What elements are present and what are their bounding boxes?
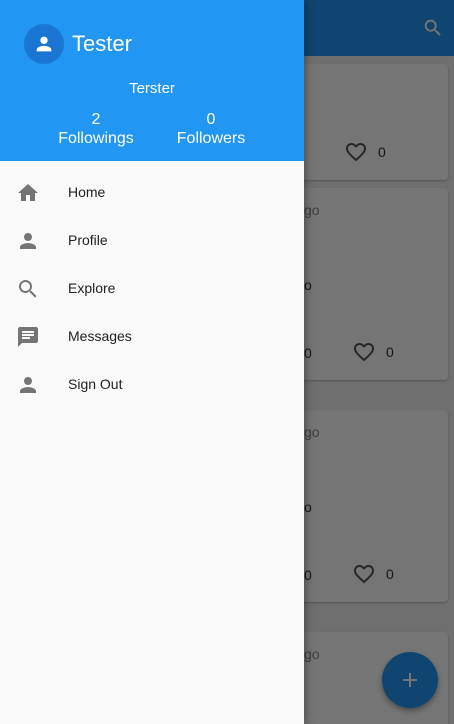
menu-item-label: Explore [68,280,116,296]
user-handle: Terster [129,80,175,97]
menu-item-home[interactable]: Home [0,169,304,217]
menu-item-label: Sign Out [68,376,123,392]
followings-stat[interactable]: 2 Followings [41,111,151,149]
menu-item-label: Profile [68,232,108,248]
followings-label: Followings [58,130,134,147]
person-icon [36,36,52,52]
menu-item-profile[interactable]: Profile [0,217,304,265]
followings-count: 2 [91,111,101,128]
avatar[interactable] [24,24,64,64]
drawer-menu: Home Profile Explore Messages Sign Out [0,169,304,409]
home-icon [18,184,38,201]
user-display-name: Tester [72,31,132,56]
navigation-drawer: Tester Terster 2 Followings 0 Followers … [0,0,304,724]
menu-item-explore[interactable]: Explore [0,265,304,313]
menu-item-label: Home [68,184,106,200]
person-icon [20,233,36,249]
search-icon [19,280,37,298]
followers-count: 0 [206,111,216,128]
drawer-header: Tester Terster 2 Followings 0 Followers [0,0,304,161]
menu-item-label: Messages [68,328,132,344]
followers-stat[interactable]: 0 Followers [156,111,266,149]
followers-label: Followers [176,130,246,147]
person-icon [20,377,36,393]
message-icon [18,327,38,347]
menu-item-sign-out[interactable]: Sign Out [0,361,304,409]
menu-item-messages[interactable]: Messages [0,313,304,361]
